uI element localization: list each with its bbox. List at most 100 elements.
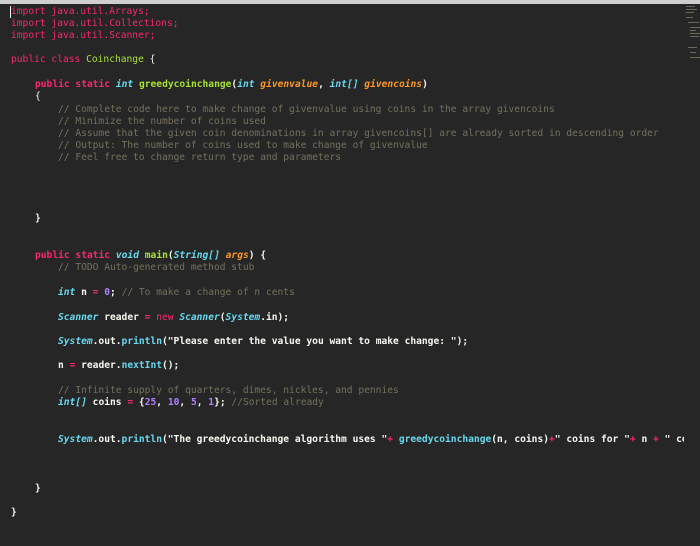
comment-line: // Complete code here to make change of … [58, 104, 555, 115]
method-return-type: int [115, 79, 134, 90]
call-rest: (); [162, 360, 180, 371]
object-ref: reader. [81, 360, 122, 371]
function-call: println [121, 434, 162, 445]
operator: = [144, 312, 151, 323]
main-modifiers: public static [35, 250, 111, 261]
var-name: n [58, 360, 64, 371]
operator: + [629, 434, 636, 445]
member-access: .out. [92, 434, 122, 445]
import-line: import java.util.Arrays; [11, 6, 150, 18]
minimap-line [690, 52, 696, 53]
operator: = [127, 397, 134, 408]
minimap-line [688, 22, 699, 23]
string-literal: " coins for " [554, 434, 630, 445]
comment-line: // Output: The number of coins used to m… [58, 140, 428, 151]
method-open-brace: { [35, 91, 41, 103]
minimap-line [690, 36, 699, 37]
operator: + [653, 434, 659, 445]
minimap-line [686, 6, 695, 7]
coins-line: int[] coins = {25, 10, 5, 1}; //Sorted a… [58, 397, 324, 408]
minimap-line [690, 57, 700, 58]
inline-comment: // To make a change of n cents [121, 287, 295, 298]
main-name: main [144, 250, 168, 261]
minimap-line [688, 47, 697, 48]
main-signature: public static void main(String[] args) { [35, 250, 267, 261]
var-type: int[] [58, 397, 87, 408]
param-name: givenvalue [260, 79, 319, 90]
import-scanner: import java.util.Scanner; [11, 30, 156, 41]
import-arrays: import java.util.Arrays; [11, 6, 150, 17]
param-type: int[] [329, 79, 359, 90]
minimap-line [690, 27, 700, 28]
main-open-brace: { [260, 250, 267, 261]
class-ref: System [225, 312, 261, 323]
scanner-line: Scanner reader = new Scanner(System.in); [58, 312, 290, 323]
function-call: nextInt [121, 360, 162, 371]
operator: = [69, 360, 76, 371]
brace: }; [214, 397, 226, 408]
inline-comment: //Sorted already [231, 397, 324, 408]
string-literal: "The greedycoinchange algorithm uses " [167, 434, 388, 445]
minimap-line [686, 17, 693, 18]
import-line: import java.util.Scanner; [11, 30, 155, 42]
class-close-brace: } [11, 507, 17, 518]
number-literal: 10 [167, 397, 180, 408]
paren: ); [456, 336, 469, 347]
class-open-brace: { [149, 54, 156, 65]
minimap-line [686, 12, 694, 13]
comment-line: // Minimize the number of coins used [58, 116, 266, 127]
function-call: greedycoinchange [398, 434, 492, 445]
minimap-line [686, 9, 697, 10]
method-modifiers: public static [35, 79, 111, 90]
var-type: Scanner [58, 312, 99, 323]
var-name: coins [92, 397, 122, 408]
param-name: args [225, 250, 249, 261]
class-ref: System [58, 336, 93, 347]
todo-comment: // TODO Auto-generated method stub [58, 262, 255, 273]
text-cursor [10, 6, 11, 18]
minimap-line [690, 30, 696, 31]
operator: + [387, 434, 394, 445]
minimap-line [690, 33, 700, 34]
call-args: (n, coins) [491, 434, 550, 445]
println-line: System.out.println("Please enter the val… [58, 336, 468, 348]
number-literal: 5 [190, 397, 197, 408]
string-literal: "Please enter the value you want to make… [167, 336, 457, 347]
println-line: System.out.println("The greedycoinchange… [58, 434, 684, 446]
class-ref: System [58, 434, 93, 445]
string-literal: " cen [664, 434, 684, 445]
class-declaration: public class Coinchange { [11, 54, 155, 66]
brace: { [35, 91, 41, 102]
semicolon: ; [110, 287, 116, 298]
int-n-line: int n = 0; // To make a change of n cent… [58, 287, 295, 299]
comment-line: // Assume that the given coin denominati… [58, 128, 659, 139]
var-name: n [81, 287, 87, 298]
var-name: reader [104, 312, 139, 323]
method-close-brace: } [35, 213, 41, 224]
param-type: String[] [173, 250, 220, 261]
code-editor[interactable]: import java.util.Arrays; import java.uti… [0, 0, 700, 546]
constructor: Scanner [179, 312, 220, 323]
var-name: n [641, 434, 648, 445]
method-signature: public static int greedycoinchange(int g… [35, 79, 428, 90]
comment-line: // Infinite supply of quarters, dimes, n… [58, 385, 399, 396]
operator: = [92, 287, 99, 298]
import-line: import java.util.Collections; [11, 18, 179, 30]
member-access: .out. [92, 336, 122, 347]
arg-rest: .in); [260, 312, 290, 323]
comment-line: // Feel free to change return type and p… [58, 152, 342, 163]
code-area[interactable]: import java.util.Arrays; import java.uti… [0, 0, 684, 546]
var-type: int [58, 287, 76, 298]
class-name: Coinchange [86, 54, 144, 65]
class-modifiers: public class [11, 54, 81, 65]
keyword-new: new [156, 312, 174, 323]
main-return-type: void [115, 250, 139, 261]
minimap[interactable] [684, 4, 700, 84]
number-literal: 25 [144, 397, 157, 408]
function-call: println [121, 336, 162, 347]
method-name: greedycoinchange [138, 79, 232, 90]
main-close-brace: } [35, 483, 41, 494]
param-type: int [237, 79, 255, 90]
read-line: n = reader.nextInt(); [58, 360, 179, 372]
import-collections: import java.util.Collections; [11, 18, 179, 29]
